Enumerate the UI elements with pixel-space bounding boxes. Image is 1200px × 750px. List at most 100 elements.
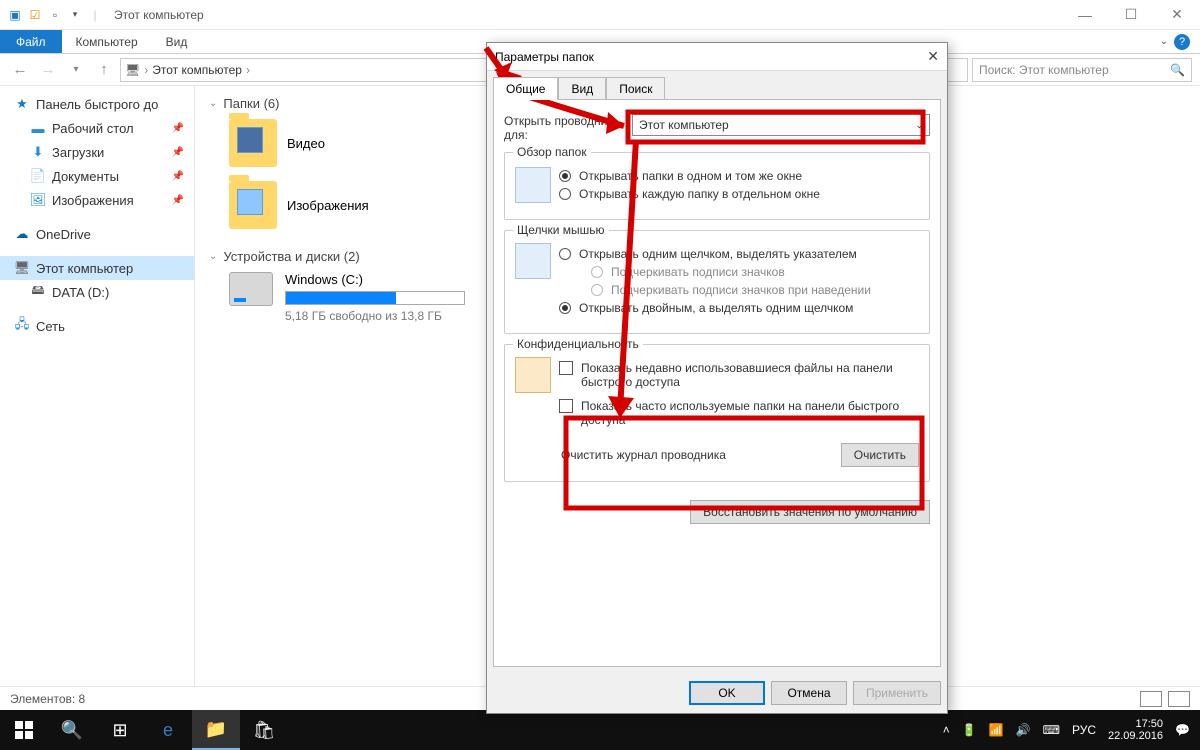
radio-label: Открывать каждую папку в отдельном окне (579, 187, 820, 201)
ok-button[interactable]: OK (689, 681, 765, 705)
breadcrumb[interactable]: Этот компьютер (152, 63, 242, 77)
tab-view[interactable]: Вид (558, 77, 606, 100)
group-label: Щелчки мышью (513, 223, 609, 237)
tab-search[interactable]: Поиск (606, 77, 665, 100)
tab-general[interactable]: Общие (493, 77, 558, 100)
sidebar-label: DATA (D:) (52, 285, 109, 300)
start-button[interactable] (0, 710, 48, 750)
clock[interactable]: 17:50 22.09.2016 (1108, 718, 1163, 742)
recent-dropdown[interactable]: ▾ (64, 58, 88, 82)
file-tab[interactable]: Файл (0, 30, 62, 53)
battery-icon[interactable]: 🔋 (962, 723, 977, 737)
click-icon (515, 243, 551, 279)
large-icons-view-button[interactable] (1168, 691, 1190, 707)
apply-button[interactable]: Применить (853, 681, 941, 705)
explorer-button[interactable]: 📁 (192, 710, 240, 750)
sidebar-item-data-drive[interactable]: 🖴DATA (D:) (0, 280, 194, 304)
radio-new-window[interactable] (559, 188, 571, 200)
app-icon: ▣ (6, 6, 24, 24)
details-view-button[interactable] (1140, 691, 1162, 707)
window-titlebar: ▣ ☑ ▫ ▾ | Этот компьютер — ☐ ✕ (0, 0, 1200, 30)
radio-label: Открывать папки в одном и том же окне (579, 169, 802, 183)
group-label: Конфиденциальность (513, 337, 643, 351)
folder-video[interactable]: Видео (229, 119, 325, 167)
sidebar-item-pictures[interactable]: 🖼Изображения📌 (0, 188, 194, 212)
item-count-label: Элементов: 8 (10, 692, 85, 706)
click-items-group: Щелчки мышью Открывать одним щелчком, вы… (504, 230, 930, 334)
radio-single-click[interactable] (559, 248, 571, 260)
pin-icon: 📌 (172, 171, 184, 182)
checkbox-recent-files[interactable] (559, 361, 573, 375)
browse-folders-group: Обзор папок Открывать папки в одном и то… (504, 152, 930, 220)
sidebar-item-documents[interactable]: 📄Документы📌 (0, 164, 194, 188)
folder-pictures[interactable]: Изображения (229, 181, 369, 229)
onedrive-icon: ☁ (14, 226, 30, 242)
navigation-pane: ★Панель быстрого до ▬Рабочий стол📌 ⬇Загр… (0, 86, 195, 686)
search-icon: 🔍 (1170, 63, 1185, 77)
search-input[interactable]: Поиск: Этот компьютер 🔍 (972, 58, 1192, 82)
maximize-button[interactable]: ☐ (1108, 0, 1154, 30)
sidebar-item-quick-access[interactable]: ★Панель быстрого до (0, 92, 194, 116)
folder-label: Изображения (287, 198, 369, 213)
downloads-icon: ⬇ (30, 144, 46, 160)
pc-icon: 🖥 (14, 260, 30, 276)
volume-icon[interactable]: 🔊 (1016, 723, 1031, 737)
radio-label: Открывать одним щелчком, выделять указат… (579, 247, 857, 261)
radio-double-click[interactable] (559, 302, 571, 314)
close-button[interactable]: ✕ (1154, 0, 1200, 30)
checkbox-frequent-folders[interactable] (559, 399, 573, 413)
forward-button[interactable]: → (36, 58, 60, 82)
store-button[interactable]: 🛍 (240, 710, 288, 750)
sidebar-item-downloads[interactable]: ⬇Загрузки📌 (0, 140, 194, 164)
pin-icon: 📌 (172, 147, 184, 158)
sidebar-item-desktop[interactable]: ▬Рабочий стол📌 (0, 116, 194, 140)
pin-icon: 📌 (172, 123, 184, 134)
search-button[interactable]: 🔍 (48, 710, 96, 750)
sidebar-item-onedrive[interactable]: ☁OneDrive (0, 222, 194, 246)
back-button[interactable]: ← (8, 58, 32, 82)
sidebar-label: Сеть (36, 319, 65, 334)
notification-icon[interactable]: 💬 (1175, 723, 1190, 737)
edge-button[interactable]: e (144, 710, 192, 750)
minimize-button[interactable]: — (1062, 0, 1108, 30)
cancel-button[interactable]: Отмена (771, 681, 847, 705)
radio-same-window[interactable] (559, 170, 571, 182)
clear-button[interactable]: Очистить (841, 443, 919, 467)
sidebar-item-network[interactable]: 🖧Сеть (0, 314, 194, 338)
tray-chevron-icon[interactable]: ˄ (943, 723, 950, 737)
drive-label: Windows (C:) (285, 272, 465, 287)
qat-dropdown-icon[interactable]: ▾ (66, 6, 84, 24)
chevron-down-icon: ⌄ (209, 98, 217, 109)
browse-icon (515, 167, 551, 203)
privacy-icon (515, 357, 551, 393)
up-button[interactable]: ↑ (92, 58, 116, 82)
computer-tab[interactable]: Компьютер (62, 30, 152, 53)
section-label: Папки (6) (223, 96, 279, 111)
close-icon[interactable]: ✕ (927, 48, 939, 65)
restore-defaults-button[interactable]: Восстановить значения по умолчанию (690, 500, 930, 524)
checkbox-label: Показать часто используемые папки на пан… (581, 399, 919, 427)
sidebar-item-this-pc[interactable]: 🖥Этот компьютер (0, 256, 194, 280)
dialog-titlebar[interactable]: Параметры папок ✕ (487, 43, 947, 71)
quick-access-toolbar: ▣ ☑ ▫ ▾ | (0, 6, 104, 24)
input-icon[interactable]: ⌨ (1043, 723, 1060, 737)
expand-ribbon-icon[interactable]: ⌄ (1160, 36, 1168, 47)
clear-history-label: Очистить журнал проводника (561, 448, 726, 462)
task-view-button[interactable]: ⊞ (96, 710, 144, 750)
properties-icon[interactable]: ☑ (26, 6, 44, 24)
dialog-tabs: Общие Вид Поиск (487, 71, 947, 100)
window-title: Этот компьютер (114, 8, 204, 22)
documents-icon: 📄 (30, 168, 46, 184)
desktop-icon: ▬ (30, 121, 46, 136)
group-label: Обзор папок (513, 145, 591, 159)
network-icon[interactable]: 📶 (989, 723, 1004, 737)
chevron-down-icon: ⌄ (915, 120, 923, 131)
radio-underline-hover (591, 284, 603, 296)
help-icon[interactable]: ? (1174, 34, 1190, 50)
radio-label: Открывать двойным, а выделять одним щелч… (579, 301, 853, 315)
view-tab[interactable]: Вид (152, 30, 202, 53)
new-folder-icon[interactable]: ▫ (46, 6, 64, 24)
open-explorer-dropdown[interactable]: Этот компьютер ⌄ (632, 114, 930, 136)
taskbar: 🔍 ⊞ e 📁 🛍 ˄ 🔋 📶 🔊 ⌨ РУС 17:50 22.09.2016… (0, 710, 1200, 750)
lang-indicator[interactable]: РУС (1072, 723, 1096, 737)
